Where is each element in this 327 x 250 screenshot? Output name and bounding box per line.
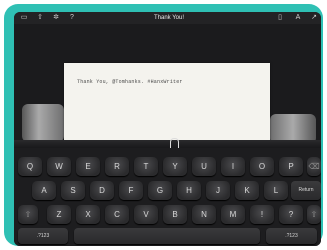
key-n[interactable]: N: [192, 205, 216, 224]
key-k[interactable]: K: [235, 181, 259, 200]
key-j[interactable]: J: [206, 181, 230, 200]
key-d[interactable]: D: [90, 181, 114, 200]
key-x[interactable]: X: [76, 205, 100, 224]
key-r[interactable]: R: [105, 157, 129, 176]
top-toolbar: ▭ ⇧ ✲ ? Thank You! ▯ A ↗: [14, 12, 321, 24]
numbers-key-right[interactable]: .?123: [266, 228, 317, 244]
shift-left-icon[interactable]: ⇧: [18, 205, 38, 224]
typed-text: Thank You, @Tomhanks. #HanxWriter: [77, 79, 183, 85]
key-question[interactable]: ?: [279, 205, 303, 224]
key-exclamation[interactable]: !: [250, 205, 274, 224]
key-v[interactable]: V: [134, 205, 158, 224]
export-icon[interactable]: ↗: [310, 14, 318, 22]
key-l[interactable]: L: [264, 181, 288, 200]
help-icon[interactable]: ?: [68, 14, 76, 22]
typing-paper[interactable]: Thank You, @Tomhanks. #HanxWriter: [64, 63, 270, 147]
key-i[interactable]: I: [221, 157, 245, 176]
document-icon[interactable]: ▭: [20, 14, 28, 22]
share-icon[interactable]: ⇧: [36, 14, 44, 22]
key-y[interactable]: Y: [163, 157, 187, 176]
key-g[interactable]: G: [148, 181, 172, 200]
key-a[interactable]: A: [32, 181, 56, 200]
key-b[interactable]: B: [163, 205, 187, 224]
type-guide-icon: [170, 138, 179, 148]
key-z[interactable]: Z: [47, 205, 71, 224]
key-s[interactable]: S: [61, 181, 85, 200]
key-q[interactable]: Q: [18, 157, 42, 176]
numbers-key-left[interactable]: .?123: [18, 228, 68, 244]
document-title: Thank You!: [153, 15, 185, 21]
backspace-icon[interactable]: ⌫: [307, 157, 321, 176]
typewriter-keyboard: Q W E R T Y U I O P ⌫ A S D F G H J K L …: [14, 148, 321, 246]
space-bar[interactable]: [74, 228, 260, 244]
device-frame: ▭ ⇧ ✲ ? Thank You! ▯ A ↗ Thank You, @Tom…: [0, 0, 327, 250]
return-key[interactable]: Return: [291, 181, 321, 200]
key-u[interactable]: U: [192, 157, 216, 176]
key-h[interactable]: H: [177, 181, 201, 200]
font-icon[interactable]: A: [294, 14, 302, 22]
key-c[interactable]: C: [105, 205, 129, 224]
key-w[interactable]: W: [47, 157, 71, 176]
key-e[interactable]: E: [76, 157, 100, 176]
key-t[interactable]: T: [134, 157, 158, 176]
shift-right-icon[interactable]: ⇧: [307, 205, 321, 224]
tablet-bezel: ▭ ⇧ ✲ ? Thank You! ▯ A ↗ Thank You, @Tom…: [4, 4, 323, 246]
key-m[interactable]: M: [221, 205, 245, 224]
platen-knob-left: [22, 104, 64, 142]
key-o[interactable]: O: [250, 157, 274, 176]
app-screen: ▭ ⇧ ✲ ? Thank You! ▯ A ↗ Thank You, @Tom…: [14, 12, 321, 246]
key-f[interactable]: F: [119, 181, 143, 200]
gear-icon[interactable]: ✲: [52, 14, 60, 22]
key-p[interactable]: P: [279, 157, 303, 176]
clipboard-icon[interactable]: ▯: [276, 14, 284, 22]
